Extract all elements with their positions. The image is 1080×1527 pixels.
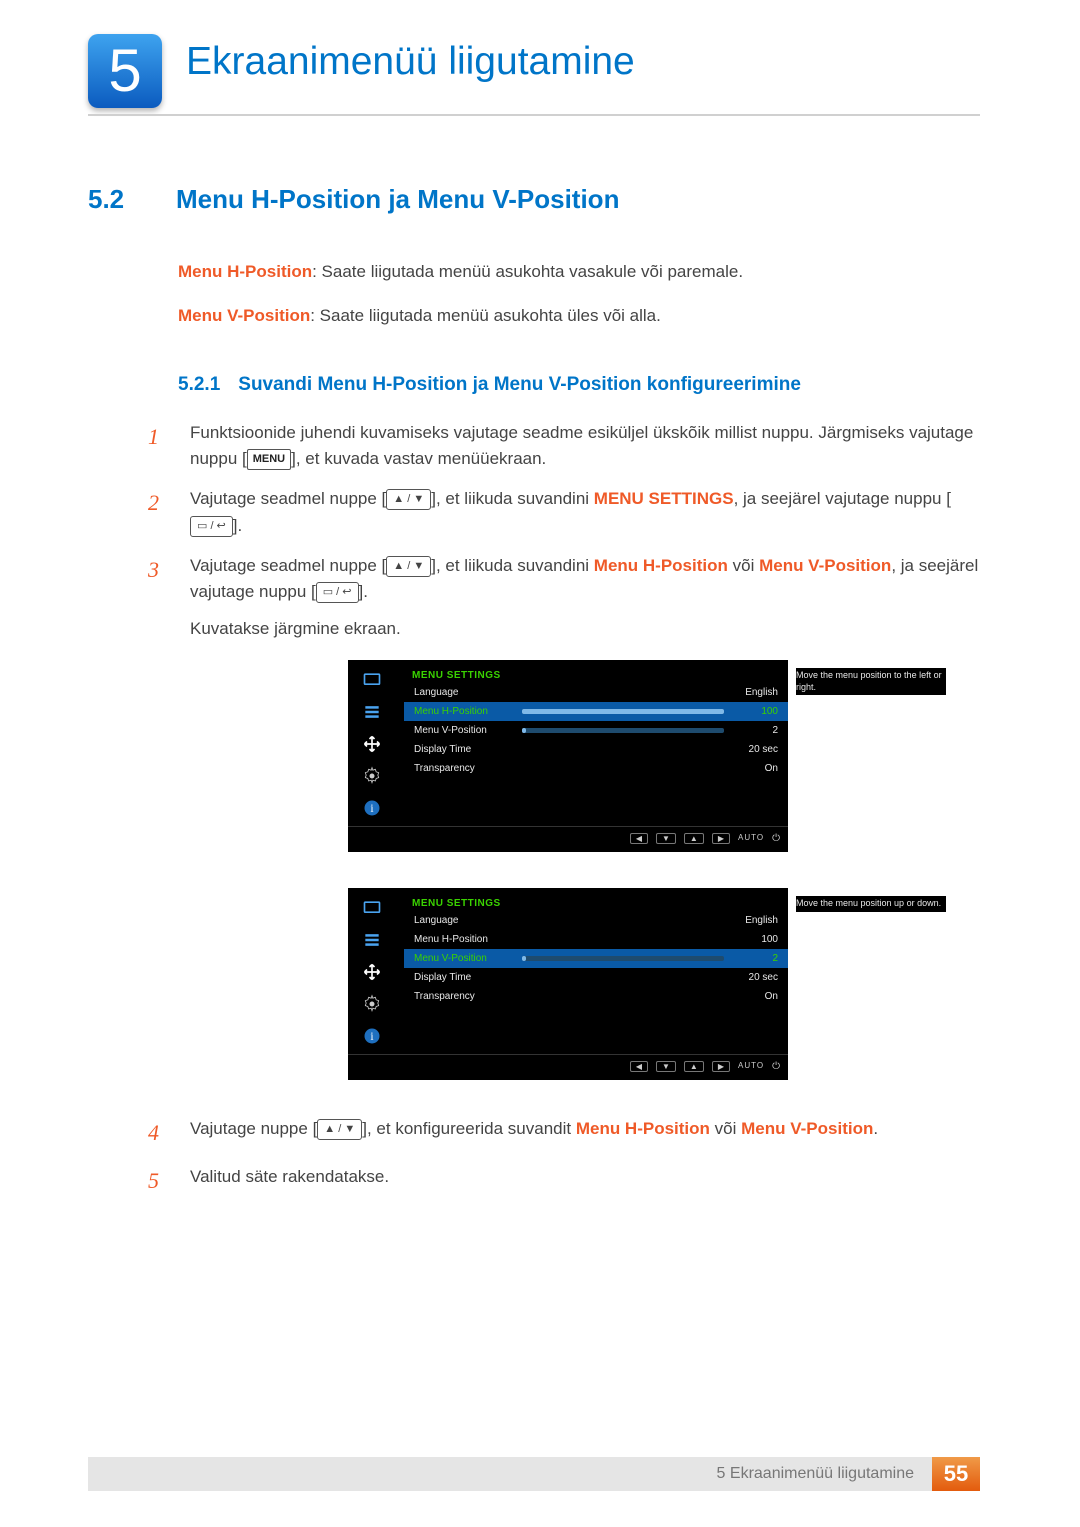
osd-item-language: Language English [404, 683, 788, 702]
slider-fill [522, 728, 526, 733]
osd-title: MENU SETTINGS [404, 668, 788, 683]
page-footer: 5 Ekraanimenüü liigutamine 55 [88, 1457, 980, 1491]
nav-right-icon: ▶ [712, 1061, 730, 1072]
info-icon: i [358, 796, 386, 820]
move-icon [358, 960, 386, 984]
menu-h-highlight: Menu H-Position [594, 556, 728, 575]
section-title: Menu H-Position ja Menu V-Position [176, 184, 619, 215]
slider-fill [522, 709, 724, 714]
step-number: 5 [148, 1164, 168, 1198]
step-1: 1 Funktsioonide juhendi kuvamiseks vajut… [148, 420, 980, 473]
nav-auto-label: AUTO [738, 833, 764, 844]
osd-item-display-time: Display Time 20 sec [404, 968, 788, 987]
info-icon: i [358, 1024, 386, 1048]
nav-right-icon: ▶ [712, 833, 730, 844]
osd-item-v-position: Menu V-Position 2 [404, 949, 788, 968]
osd-sidebar: i [348, 660, 396, 826]
footer-text: 5 Ekraanimenüü liigutamine [717, 1465, 922, 1483]
step-5: 5 Valitud säte rakendatakse. [148, 1164, 980, 1198]
picture-icon [358, 668, 386, 692]
step-number: 1 [148, 420, 168, 473]
osd-title: MENU SETTINGS [404, 896, 788, 911]
step-4: 4 Vajutage nuppe [▲ / ▼], et konfigureer… [148, 1116, 980, 1150]
intro-h-line: Menu H-Position: Saate liigutada menüü a… [178, 259, 980, 285]
chapter-number-badge: 5 [88, 34, 162, 108]
menu-v-highlight: Menu V-Position [759, 556, 891, 575]
intro-v-desc: : Saate liigutada menüü asukohta üles võ… [310, 306, 661, 325]
intro-v-label: Menu V-Position [178, 306, 310, 325]
osd-nav-bar: ◀ ▼ ▲ ▶ AUTO ⏻ [348, 826, 788, 850]
osd-item-language: Language English [404, 911, 788, 930]
step-2: 2 Vajutage seadmel nuppe [▲ / ▼], et lii… [148, 486, 980, 539]
near: ▲ [684, 1061, 704, 1072]
menu-v-highlight: Menu V-Position [741, 1119, 873, 1138]
chapter-title: Ekraanimenüü liigutamine [186, 40, 635, 84]
osd-item-h-position: Menu H-Position 100 [404, 702, 788, 721]
osd-item-transparency: Transparency On [404, 987, 788, 1006]
intro-h-desc: : Saate liigutada menüü asukohta vasakul… [312, 262, 743, 281]
move-icon [358, 732, 386, 756]
osd-item-display-time: Display Time 20 sec [404, 740, 788, 759]
slider-bar [522, 728, 724, 733]
intro-v-line: Menu V-Position: Saate liigutada menüü a… [178, 303, 980, 329]
menu-settings-highlight: MENU SETTINGS [594, 489, 734, 508]
nav-down-icon: ▼ [656, 1061, 676, 1072]
divider [88, 114, 980, 116]
nav-up-icon: ▲ [684, 833, 704, 844]
slider-bar [522, 956, 724, 961]
nav-down-icon: ▼ [656, 833, 676, 844]
power-icon: ⏻ [772, 833, 780, 844]
nav-auto-label: AUTO [738, 1061, 764, 1072]
slider-bar [522, 709, 724, 714]
picture-icon [358, 896, 386, 920]
enter-return-icon: ▭ / ↩ [316, 582, 359, 603]
osd-help-text: Move the menu position up or down. [796, 896, 946, 912]
osd-sidebar: i [348, 888, 396, 1054]
section-number: 5.2 [88, 184, 146, 215]
step-number: 4 [148, 1116, 168, 1150]
gear-icon [358, 992, 386, 1016]
step-number: 2 [148, 486, 168, 539]
nav-left-icon: ◀ [630, 1061, 648, 1072]
page-number: 55 [932, 1457, 980, 1491]
list-icon [358, 928, 386, 952]
menu-h-highlight: Menu H-Position [576, 1119, 710, 1138]
enter-return-icon: ▭ / ↩ [190, 516, 233, 537]
menu-badge: MENU [247, 449, 291, 470]
up-down-icon: ▲ / ▼ [317, 1119, 362, 1140]
nav-left-icon: ◀ [630, 833, 648, 844]
power-icon: ⏻ [772, 1061, 780, 1072]
gear-icon [358, 764, 386, 788]
slider-fill [522, 956, 526, 961]
osd-panel-h: i MENU SETTINGS Language English Menu H-… [348, 660, 788, 852]
osd-panel-v: i MENU SETTINGS Language English Menu H-… [348, 888, 788, 1080]
up-down-icon: ▲ / ▼ [386, 489, 431, 510]
up-down-icon: ▲ / ▼ [386, 556, 431, 577]
list-icon [358, 700, 386, 724]
osd-item-h-position: Menu H-Position 100 [404, 930, 788, 949]
intro-h-label: Menu H-Position [178, 262, 312, 281]
osd-item-transparency: Transparency On [404, 759, 788, 778]
step-3: 3 Vajutage seadmel nuppe [▲ / ▼], et lii… [148, 553, 980, 642]
subsection-number: 5.2.1 [178, 374, 220, 396]
osd-help-text: Move the menu position to the left or ri… [796, 668, 946, 695]
osd-item-v-position: Menu V-Position 2 [404, 721, 788, 740]
osd-nav-bar: ◀ ▼ ▲ ▶ AUTO ⏻ [348, 1054, 788, 1078]
subsection-title: Suvandi Menu H-Position ja Menu V-Positi… [238, 374, 801, 396]
step-number: 3 [148, 553, 168, 642]
